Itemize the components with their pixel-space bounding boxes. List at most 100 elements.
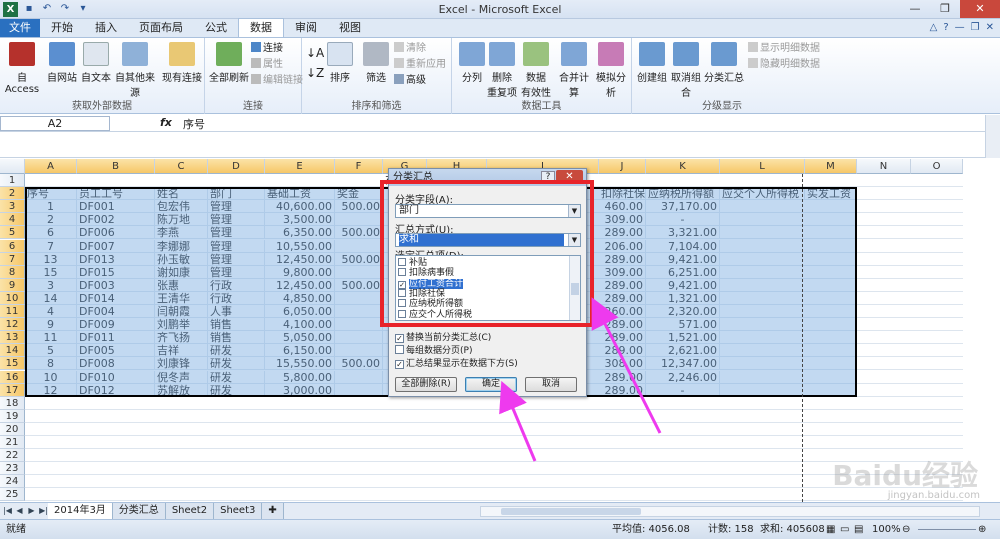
cell-k6[interactable]: 7,104.00 [646,239,720,253]
cell-b8[interactable]: DF015 [77,265,155,279]
row-header-16[interactable]: 16 [0,370,25,384]
insert-sheet-icon[interactable]: ✚ [262,503,284,519]
cell-e5[interactable]: 6,350.00 [265,226,335,240]
column-header-d[interactable]: D [208,159,265,174]
checkbox-empty[interactable] [398,288,406,297]
what-if-analysis-button[interactable]: 模拟分析 [592,42,630,99]
cell-b17[interactable]: DF012 [77,383,155,397]
column-header-a[interactable]: A [25,159,77,174]
cell-d9[interactable]: 行政 [208,278,265,292]
cell-d7[interactable]: 管理 [208,252,265,266]
cell-a14[interactable]: 5 [25,344,77,358]
dialog-help-button[interactable]: ? [541,171,555,183]
cell-d13[interactable]: 销售 [208,331,265,345]
cell-f16[interactable] [335,370,383,384]
from-access-button[interactable]: 自 Access [4,42,40,95]
zoom-level[interactable]: 100% [872,520,901,539]
maximize-button[interactable]: ❐ [930,0,960,18]
cell-k11[interactable]: 2,320.00 [646,305,720,318]
filter-button[interactable]: 筛选 [358,42,394,84]
subtotal-items-list[interactable]: 补贴 扣除病事假 ✓ 应付工资合计 扣除社保 应纳税所得额 应交个人所得税 [395,255,581,321]
cell-a16[interactable]: 10 [25,370,77,384]
checkbox-empty[interactable] [398,299,406,308]
subtotal-item[interactable]: 补贴 [398,258,568,268]
cell-k12[interactable]: 571.00 [646,318,720,332]
remove-duplicates-button[interactable]: 删除 重复项 [484,42,520,99]
cell-j12[interactable]: 289.00 [599,318,646,332]
cell-c10[interactable]: 王清华 [155,291,208,305]
cell-j9[interactable]: 289.00 [599,278,646,292]
cell-b16[interactable]: DF010 [77,370,155,384]
cell-e17[interactable]: 3,000.00 [265,383,335,397]
row-header-9[interactable]: 9 [0,278,25,292]
cell-k5[interactable]: 3,321.00 [646,226,720,240]
row-header-24[interactable]: 24 [0,475,25,489]
cell-j8[interactable]: 309.00 [599,265,646,279]
cell-a2[interactable]: 序号 [25,187,77,201]
cell-e16[interactable]: 5,800.00 [265,370,335,384]
cell-c12[interactable]: 刘鹏举 [155,318,208,332]
remove-all-button[interactable]: 全部删除(R) [395,377,457,392]
cell-j14[interactable]: 289.00 [599,344,646,358]
cell-c15[interactable]: 刘康锋 [155,357,208,371]
row-header-13[interactable]: 13 [0,331,25,345]
cell-c7[interactable]: 孙玉敏 [155,252,208,266]
column-header-e[interactable]: E [265,159,335,174]
doc-restore-icon[interactable]: ❐ [971,19,980,37]
cell-d17[interactable]: 研发 [208,383,265,397]
cell-d12[interactable]: 销售 [208,318,265,332]
cell-j10[interactable]: 289.00 [599,291,646,305]
cell-d3[interactable]: 管理 [208,200,265,214]
row-header-20[interactable]: 20 [0,422,25,436]
cell-k15[interactable]: 12,347.00 [646,357,720,371]
cell-a13[interactable]: 11 [25,331,77,345]
sheet-tab[interactable]: Sheet3 [214,503,263,519]
cell-a8[interactable]: 15 [25,265,77,279]
cell-j5[interactable]: 289.00 [599,226,646,240]
scroll-thumb[interactable] [501,508,641,515]
clear-button[interactable]: 清除 [394,42,426,56]
column-header-j[interactable]: J [599,159,646,174]
cell-f11[interactable] [335,305,383,318]
cell-j17[interactable]: 289.00 [599,383,646,397]
cell-d8[interactable]: 管理 [208,265,265,279]
cell-e6[interactable]: 10,550.00 [265,239,335,253]
edit-links-button[interactable]: 编辑链接 [251,74,303,88]
cell-c14[interactable]: 吉祥 [155,344,208,358]
column-header-b[interactable]: B [77,159,155,174]
prev-sheet-icon[interactable]: ◀ [14,505,25,517]
cell-c4[interactable]: 陈万地 [155,213,208,227]
row-header-11[interactable]: 11 [0,305,25,318]
cell-f12[interactable] [335,318,383,332]
sheet-tab[interactable]: 2014年3月 [48,503,113,519]
row-header-25[interactable]: 25 [0,488,25,502]
cell-b9[interactable]: DF003 [77,278,155,292]
cell-c17[interactable]: 苏解放 [155,383,208,397]
cell-d2[interactable]: 部门 [208,187,265,201]
cell-b2[interactable]: 员工工号 [77,187,155,201]
cell-k7[interactable]: 9,421.00 [646,252,720,266]
cell-j11[interactable]: 260.00 [599,305,646,318]
cell-d11[interactable]: 人事 [208,305,265,318]
cell-c9[interactable]: 张惠 [155,278,208,292]
cell-a10[interactable]: 14 [25,291,77,305]
cell-b3[interactable]: DF001 [77,200,155,214]
cell-d4[interactable]: 管理 [208,213,265,227]
row-header-4[interactable]: 4 [0,213,25,227]
cell-c8[interactable]: 谢如康 [155,265,208,279]
sheet-tab[interactable]: Sheet2 [165,503,215,519]
cell-c2[interactable]: 姓名 [155,187,208,201]
row-header-10[interactable]: 10 [0,291,25,305]
cell-f14[interactable] [335,344,383,358]
next-sheet-icon[interactable]: ▶ [26,505,37,517]
tab-insert[interactable]: 插入 [84,19,128,37]
cell-e3[interactable]: 40,600.00 [265,200,335,214]
cell-a15[interactable]: 8 [25,357,77,371]
dialog-close-button[interactable]: ✕ [556,170,583,184]
horizontal-scrollbar[interactable] [480,506,980,517]
subtotal-item[interactable]: 应纳税所得额 [398,299,568,309]
minimize-ribbon-icon[interactable]: △ [930,19,938,37]
refresh-all-button[interactable]: 全部刷新 [209,42,249,84]
cell-j13[interactable]: 289.00 [599,331,646,345]
cell-e4[interactable]: 3,500.00 [265,213,335,227]
